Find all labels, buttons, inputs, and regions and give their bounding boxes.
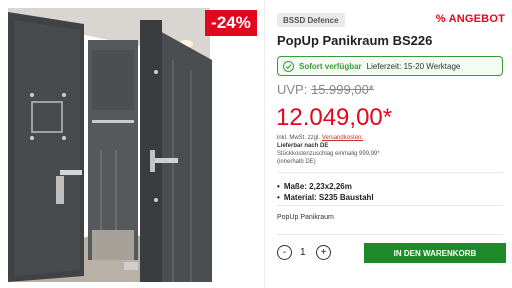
uvp-label: UVP: [277,82,308,97]
feature-list: Maße: 2,23x2,26m Material: S235 Baustahl [277,181,374,203]
uvp-price: UVP: 15.999,00* [277,82,374,97]
availability-status: Sofort verfügbar [299,61,362,71]
quantity-decrease-button[interactable]: - [277,245,292,260]
section-divider [277,205,503,206]
surcharge-info: Stückkostenzuschlag einmalig 999,99* [277,151,380,157]
section-divider [277,234,503,235]
section-divider [277,172,503,173]
discount-badge: -24% [205,10,257,36]
brand-chip[interactable]: BSSD Defence [277,13,345,27]
column-divider [264,0,265,288]
tax-info: inkl. MwSt. zzgl. Versandkosten: Lieferb… [277,134,380,166]
product-image-area[interactable]: -24% [0,0,262,288]
sale-label: % ANGEBOT [435,13,505,25]
delivery-time: Lieferzeit: 15-20 Werktage [366,61,461,71]
short-description: PopUp Panikraum [277,214,334,221]
tax-prefix: inkl. MwSt. zzgl. [277,135,321,141]
uvp-old-price: 15.999,00* [310,82,374,97]
feature-item: Maße: 2,23x2,26m [277,181,374,192]
add-to-cart-button[interactable]: IN DEN WARENKORB [364,243,506,263]
check-icon [283,60,294,72]
product-title: PopUp Panikraum BS226 [277,33,433,48]
quantity-value[interactable]: 1 [300,247,306,258]
current-price: 12.049,00* [276,104,393,131]
availability-box: Sofort verfügbar Lieferzeit: 15-20 Werkt… [277,56,503,76]
delivery-country: Lieferbar nach DE [277,143,329,149]
feature-item: Material: S235 Baustahl [277,192,374,203]
shipping-costs-link[interactable]: Versandkosten: [322,135,363,141]
product-image[interactable] [0,0,262,288]
surcharge-region: (innerhalb DE) [277,159,316,165]
quantity-increase-button[interactable]: + [316,245,331,260]
